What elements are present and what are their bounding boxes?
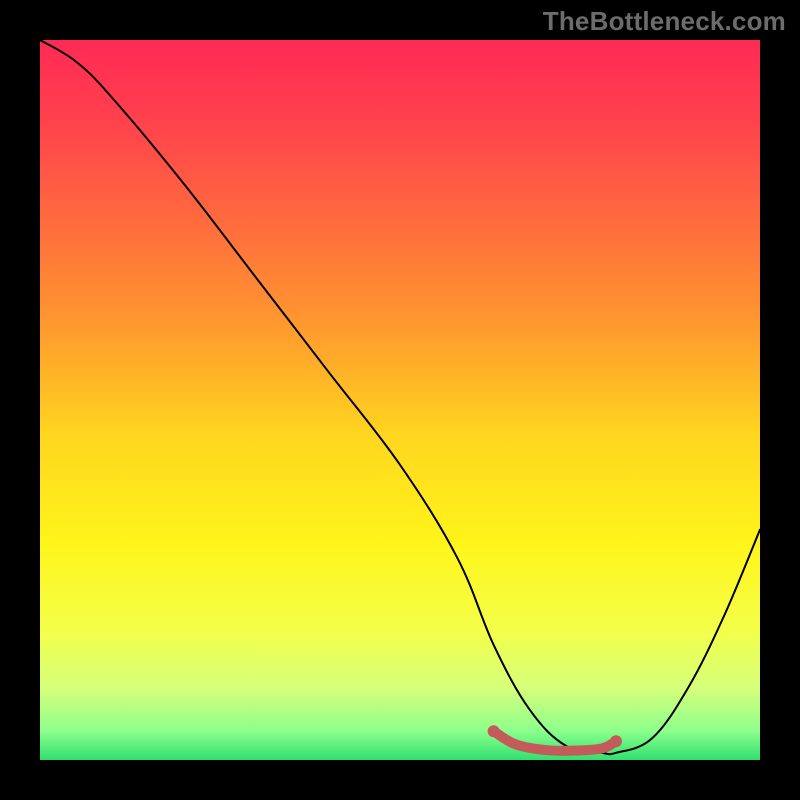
watermark-text: TheBottleneck.com (543, 6, 786, 37)
chart-svg (40, 40, 760, 760)
chart-frame: TheBottleneck.com (0, 0, 800, 800)
optimal-band-start-dot (488, 725, 500, 737)
plot-area (40, 40, 760, 760)
gradient-background (40, 40, 760, 760)
optimal-band-end-dot (610, 735, 622, 747)
